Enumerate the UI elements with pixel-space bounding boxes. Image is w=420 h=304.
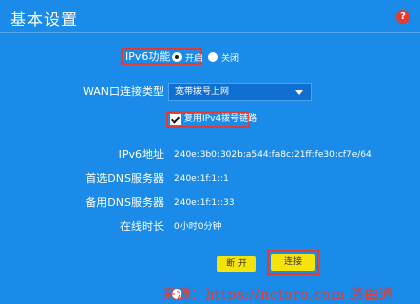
info-row: 首选DNS服务器 240e:1f:1::1	[0, 169, 420, 189]
info-value: 0小时0分钟	[174, 222, 222, 232]
radio-unselected-icon	[208, 52, 218, 62]
info-row: 备用DNS服务器 240e:1f:1::33	[0, 193, 420, 213]
info-label: 备用DNS服务器	[85, 196, 164, 209]
info-label: 在线时长	[120, 220, 164, 233]
ipv6-off-label: 关闭	[221, 53, 240, 64]
help-icon[interactable]: ?	[396, 10, 410, 24]
wan-type-label: WAN口连接类型	[82, 85, 164, 98]
ipv6-on-label: 开启	[185, 53, 204, 64]
wan-type-value: 宽带拨号上网	[175, 87, 230, 97]
title-divider	[0, 32, 420, 33]
info-value: 240e:3b0:302b:a544:fa8c:21ff:fe30:cf7e/6…	[174, 150, 372, 160]
info-row: 在线时长 0小时0分钟	[0, 217, 420, 237]
ipv6-radio-on[interactable]: 开启	[172, 47, 203, 67]
reuse-pppoe-label: 复用IPv4拨号链路	[184, 114, 258, 124]
connect-button[interactable]: 连接	[271, 254, 315, 271]
ipv6-radio-off[interactable]: 关闭	[208, 47, 239, 67]
chevron-down-icon	[295, 90, 303, 95]
reuse-pppoe-checkbox[interactable]	[170, 114, 181, 125]
watermark-text: 来源：https://nctoro.com 路由通	[162, 287, 394, 303]
info-value: 240e:1f:1::33	[174, 198, 235, 208]
info-value: 240e:1f:1::1	[174, 174, 229, 184]
disconnect-button[interactable]: 断 开	[217, 256, 256, 272]
radio-selected-icon	[172, 52, 182, 62]
info-label: IPv6地址	[118, 148, 164, 161]
info-label: 首选DNS服务器	[85, 172, 164, 185]
ipv6-row: IPv6功能 开启 关闭	[0, 47, 420, 67]
ipv6-label: IPv6功能	[125, 50, 171, 63]
info-row: IPv6地址 240e:3b0:302b:a544:fa8c:21ff:fe30…	[0, 145, 420, 165]
wan-type-select[interactable]: 宽带拨号上网	[168, 83, 312, 101]
page-title: 基本设置	[10, 10, 79, 29]
